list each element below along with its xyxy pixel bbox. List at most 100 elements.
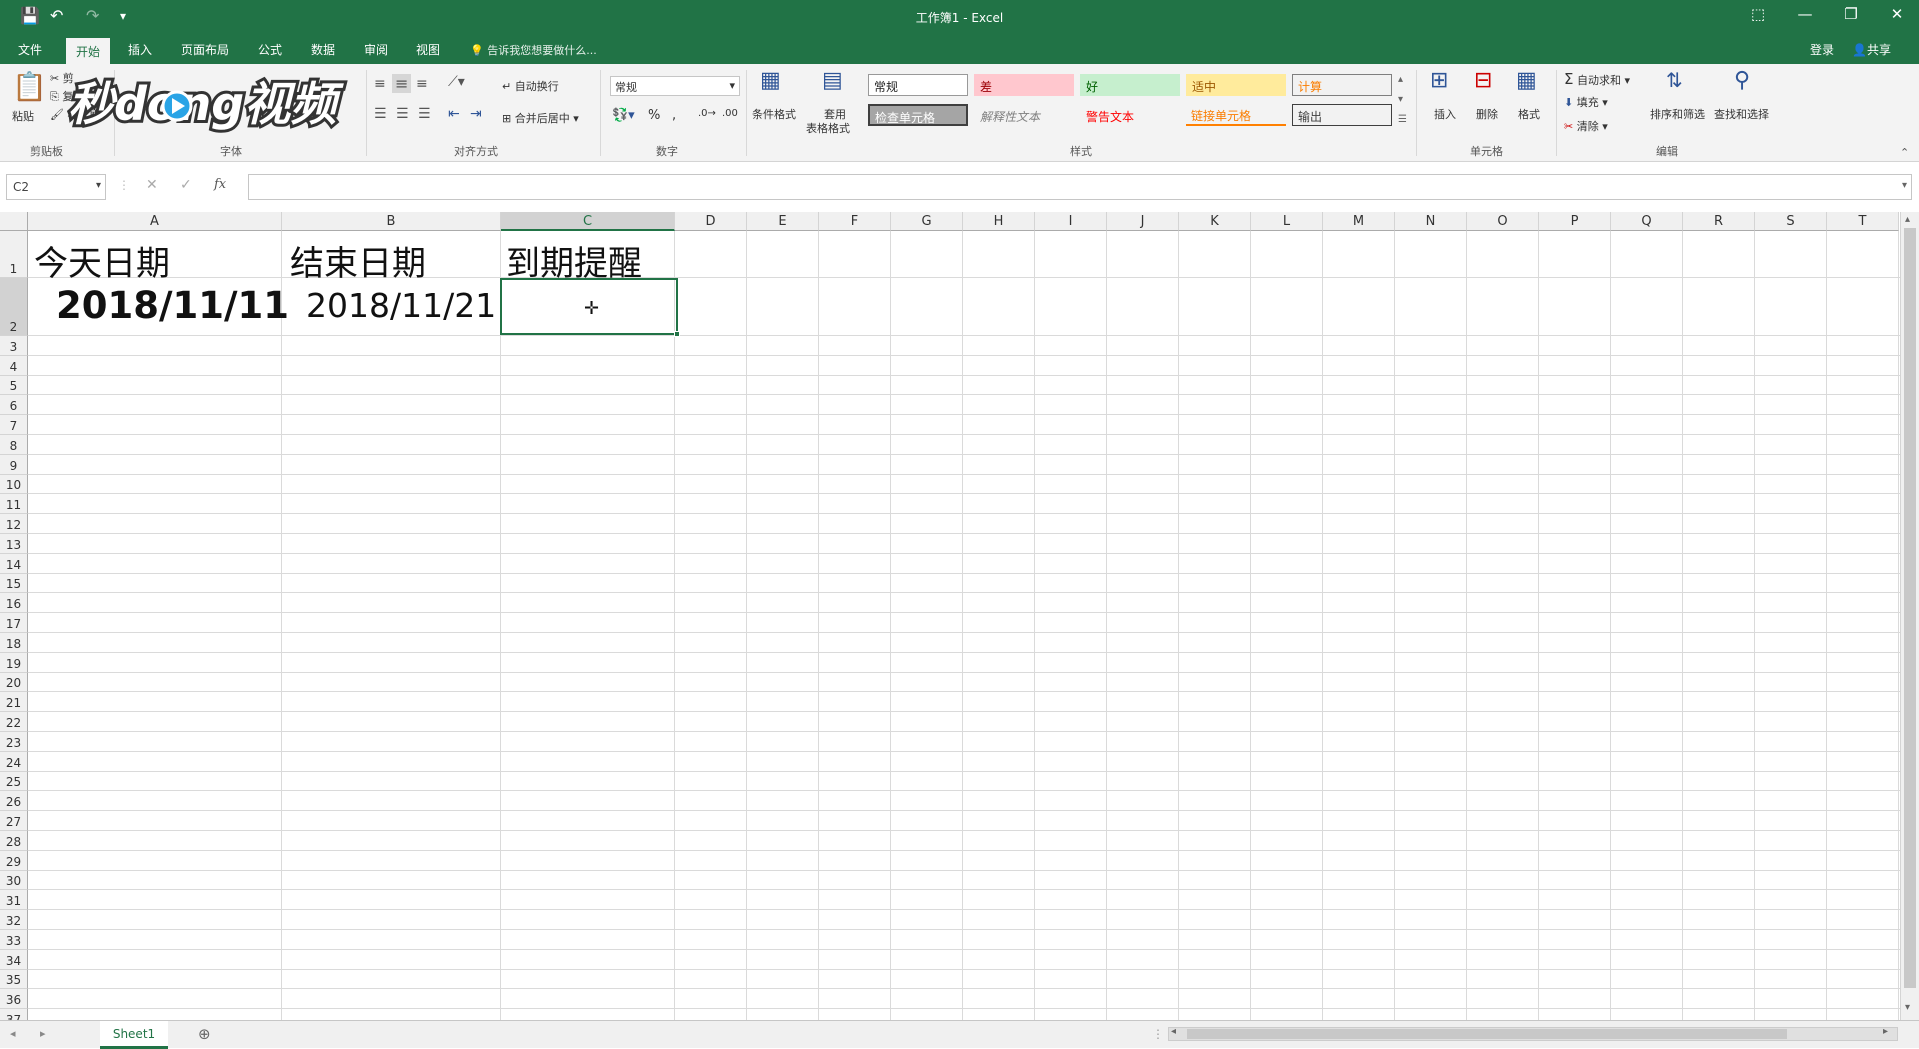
column-header-A[interactable]: A	[28, 212, 282, 231]
format-cells-icon[interactable]: ▦	[1516, 68, 1537, 93]
row-header-5[interactable]: 5	[0, 375, 28, 396]
row-header-27[interactable]: 27	[0, 811, 28, 831]
column-header-L[interactable]: L	[1251, 212, 1323, 231]
column-header-O[interactable]: O	[1467, 212, 1539, 231]
format-cells-button[interactable]: 格式	[1518, 106, 1540, 122]
row-header-36[interactable]: 36	[0, 989, 28, 1010]
decrease-indent-icon[interactable]: ⇤	[448, 106, 460, 122]
row-header-1[interactable]: 1	[0, 231, 28, 278]
bottom-align-icon[interactable]: ≡	[416, 76, 428, 92]
style-bad[interactable]: 差	[974, 74, 1074, 96]
tab-file[interactable]: 文件	[18, 41, 42, 58]
scroll-thumb[interactable]	[1904, 228, 1916, 988]
style-neutral[interactable]: 适中	[1186, 74, 1286, 96]
cell-B2[interactable]: 2018/11/21	[306, 286, 496, 325]
paste-button[interactable]: 粘贴	[12, 108, 34, 124]
horizontal-scrollbar[interactable]: ◂ ▸	[1168, 1026, 1898, 1041]
close-icon[interactable]: ✕	[1882, 5, 1912, 23]
style-calculation[interactable]: 计算	[1292, 74, 1392, 96]
fill-button[interactable]: ⬇ 填充 ▾	[1564, 94, 1608, 110]
align-center-icon[interactable]: ☰	[396, 106, 409, 122]
row-header-18[interactable]: 18	[0, 633, 28, 653]
comma-style-icon[interactable]: ,	[672, 108, 676, 123]
column-header-T[interactable]: T	[1827, 212, 1899, 231]
tab-formulas[interactable]: 公式	[258, 41, 282, 58]
row-header-17[interactable]: 17	[0, 613, 28, 633]
row-header-34[interactable]: 34	[0, 949, 28, 970]
column-header-D[interactable]: D	[675, 212, 747, 231]
row-header-25[interactable]: 25	[0, 771, 28, 792]
sort-filter-icon[interactable]: ⇅	[1666, 68, 1683, 92]
collapse-ribbon-icon[interactable]: ⌃	[1900, 146, 1909, 159]
tab-home[interactable]: 开始	[66, 38, 111, 64]
styles-scroll-down-icon[interactable]: ▾	[1398, 94, 1403, 105]
format-as-table-label-2[interactable]: 表格格式	[806, 120, 850, 136]
orientation-icon[interactable]: ⟋▾	[448, 74, 465, 90]
styles-scroll-up-icon[interactable]: ▴	[1398, 74, 1403, 85]
row-header-30[interactable]: 30	[0, 870, 28, 891]
column-header-F[interactable]: F	[819, 212, 891, 231]
worksheet-grid[interactable]: ABCDEFGHIJKLMNOPQRST 1 2 3 4 5 6 7 8 9 10 11 12 13 14…	[0, 212, 1919, 1029]
formula-input[interactable]	[248, 174, 1912, 200]
magnifier-icon[interactable]: ⚲	[1734, 68, 1750, 93]
add-sheet-icon[interactable]: ⊕	[198, 1025, 211, 1043]
row-header-15[interactable]: 15	[0, 573, 28, 594]
restore-icon[interactable]: ❐	[1836, 5, 1866, 23]
align-right-icon[interactable]: ☰	[418, 106, 431, 122]
expand-formula-bar-icon[interactable]: ▾	[1902, 180, 1907, 191]
enter-icon[interactable]: ✓	[180, 177, 192, 193]
styles-more-icon[interactable]: ☰	[1398, 114, 1407, 125]
tell-me-search[interactable]: 💡 告诉我您想要做什么...	[470, 42, 597, 58]
tab-data[interactable]: 数据	[311, 41, 335, 58]
tab-page-layout[interactable]: 页面布局	[181, 41, 229, 58]
sheet-scroll-right-icon[interactable]: ▸	[40, 1027, 46, 1040]
sheet-scroll-left-icon[interactable]: ◂	[10, 1027, 16, 1040]
tab-insert[interactable]: 插入	[128, 41, 152, 58]
paste-icon[interactable]: 📋	[12, 70, 47, 103]
insert-cells-button[interactable]: 插入	[1434, 106, 1456, 122]
delete-cells-icon[interactable]: ⊟	[1474, 68, 1492, 93]
row-header-6[interactable]: 6	[0, 395, 28, 416]
row-header-13[interactable]: 13	[0, 534, 28, 554]
style-warning-text[interactable]: 警告文本	[1080, 104, 1180, 126]
chevron-down-icon[interactable]: ▾	[96, 180, 101, 191]
merge-center-button[interactable]: ⊞ 合并后居中 ▾	[502, 110, 579, 126]
row-header-10[interactable]: 10	[0, 474, 28, 495]
row-header-3[interactable]: 3	[0, 336, 28, 356]
row-header-2[interactable]: 2	[0, 278, 28, 336]
style-normal[interactable]: 常规	[868, 74, 968, 96]
row-header-12[interactable]: 12	[0, 514, 28, 534]
row-header-21[interactable]: 21	[0, 692, 28, 713]
row-header-26[interactable]: 26	[0, 791, 28, 812]
cell-A1[interactable]: 今天日期	[34, 236, 170, 285]
row-header-28[interactable]: 28	[0, 831, 28, 851]
number-format-dropdown[interactable]: 常规 ▾	[610, 76, 740, 96]
align-left-icon[interactable]: ☰	[374, 106, 387, 122]
column-header-M[interactable]: M	[1323, 212, 1395, 231]
style-explanatory[interactable]: 解释性文本	[974, 104, 1074, 126]
fill-handle[interactable]	[674, 331, 680, 337]
top-align-icon[interactable]: ≡	[374, 76, 386, 92]
row-header-14[interactable]: 14	[0, 553, 28, 574]
style-linked-cell[interactable]: 链接单元格	[1186, 104, 1286, 126]
column-header-C[interactable]: C	[501, 212, 675, 231]
percent-icon[interactable]: %	[648, 108, 660, 123]
name-box[interactable]: C2 ▾	[6, 174, 106, 200]
column-header-R[interactable]: R	[1683, 212, 1755, 231]
row-header-16[interactable]: 16	[0, 593, 28, 614]
row-header-24[interactable]: 24	[0, 751, 28, 772]
splitter-icon[interactable]: ⋮	[1152, 1027, 1164, 1041]
row-header-7[interactable]: 7	[0, 415, 28, 435]
tab-review[interactable]: 审阅	[364, 41, 388, 58]
row-header-22[interactable]: 22	[0, 712, 28, 732]
column-header-K[interactable]: K	[1179, 212, 1251, 231]
middle-align-icon[interactable]: ≡	[392, 74, 412, 93]
row-header-29[interactable]: 29	[0, 850, 28, 871]
scroll-down-icon[interactable]: ▾	[1905, 1002, 1910, 1013]
sort-filter-button[interactable]: 排序和筛选	[1650, 106, 1705, 122]
share-button[interactable]: 👤共享	[1852, 41, 1891, 58]
clear-button[interactable]: ✂ 清除 ▾	[1564, 118, 1608, 134]
hscroll-thumb[interactable]	[1187, 1029, 1787, 1039]
find-select-button[interactable]: 查找和选择	[1714, 106, 1769, 122]
cell-B1[interactable]: 结束日期	[290, 236, 426, 285]
